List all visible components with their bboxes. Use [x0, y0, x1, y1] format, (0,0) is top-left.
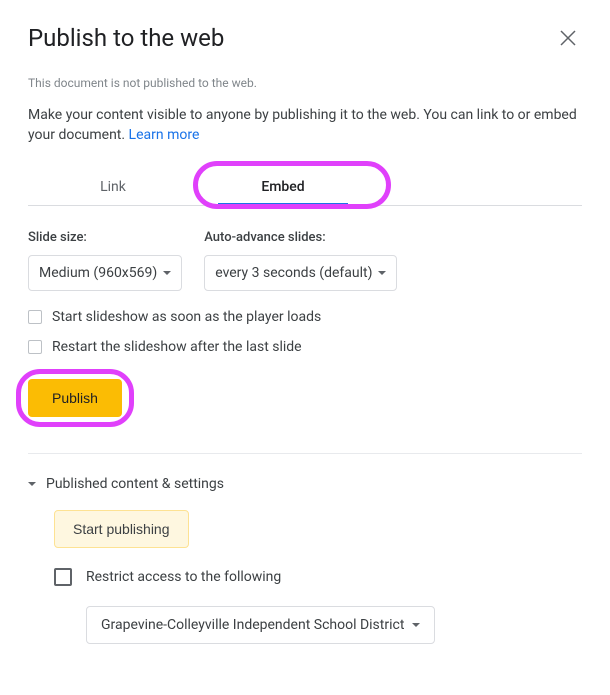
options-row: Slide size: Medium (960x569) Auto-advanc… [28, 230, 582, 291]
slide-size-value: Medium (960x569) [39, 265, 157, 281]
restart-slideshow-label: Restart the slideshow after the last sli… [52, 339, 302, 355]
status-text: This document is not published to the we… [28, 76, 582, 90]
auto-advance-label: Auto-advance slides: [204, 230, 397, 245]
start-publishing-button[interactable]: Start publishing [54, 510, 189, 548]
restart-slideshow-row[interactable]: Restart the slideshow after the last sli… [28, 339, 582, 355]
chevron-down-icon [378, 271, 386, 275]
chevron-down-icon [163, 271, 171, 275]
slide-size-dropdown[interactable]: Medium (960x569) [28, 255, 182, 291]
publish-button-wrap: Publish [28, 379, 122, 417]
auto-advance-dropdown[interactable]: every 3 seconds (default) [204, 255, 397, 291]
restrict-access-label: Restrict access to the following [86, 569, 281, 585]
published-settings-toggle[interactable]: Published content & settings [28, 476, 582, 492]
learn-more-link[interactable]: Learn more [129, 127, 200, 143]
start-slideshow-label: Start slideshow as soon as the player lo… [52, 309, 321, 325]
tab-bar: Link Embed [28, 169, 582, 206]
dialog-title: Publish to the web [28, 24, 224, 52]
checkbox-start-slideshow[interactable] [28, 310, 42, 324]
slide-size-label: Slide size: [28, 230, 182, 245]
domain-value: Grapevine-Colleyville Independent School… [101, 617, 404, 633]
slide-size-group: Slide size: Medium (960x569) [28, 230, 182, 291]
close-icon [560, 30, 576, 46]
divider [28, 453, 582, 454]
start-slideshow-row[interactable]: Start slideshow as soon as the player lo… [28, 309, 582, 325]
publish-button[interactable]: Publish [28, 379, 122, 417]
chevron-down-icon [412, 623, 420, 627]
dialog-header: Publish to the web [28, 24, 582, 52]
domain-dropdown[interactable]: Grapevine-Colleyville Independent School… [86, 606, 435, 644]
tab-embed[interactable]: Embed [198, 169, 368, 205]
chevron-down-icon [28, 482, 36, 486]
auto-advance-value: every 3 seconds (default) [215, 265, 372, 281]
description-text: Make your content visible to anyone by p… [28, 107, 577, 143]
dialog-description: Make your content visible to anyone by p… [28, 106, 582, 145]
restrict-access-row[interactable]: Restrict access to the following [54, 568, 582, 586]
tab-link[interactable]: Link [28, 169, 198, 205]
published-settings-label: Published content & settings [46, 476, 224, 492]
checkbox-restart-slideshow[interactable] [28, 340, 42, 354]
auto-advance-group: Auto-advance slides: every 3 seconds (de… [204, 230, 397, 291]
publish-dialog: Publish to the web This document is not … [0, 0, 610, 668]
checkbox-restrict-access[interactable] [54, 568, 72, 586]
close-button[interactable] [554, 24, 582, 52]
